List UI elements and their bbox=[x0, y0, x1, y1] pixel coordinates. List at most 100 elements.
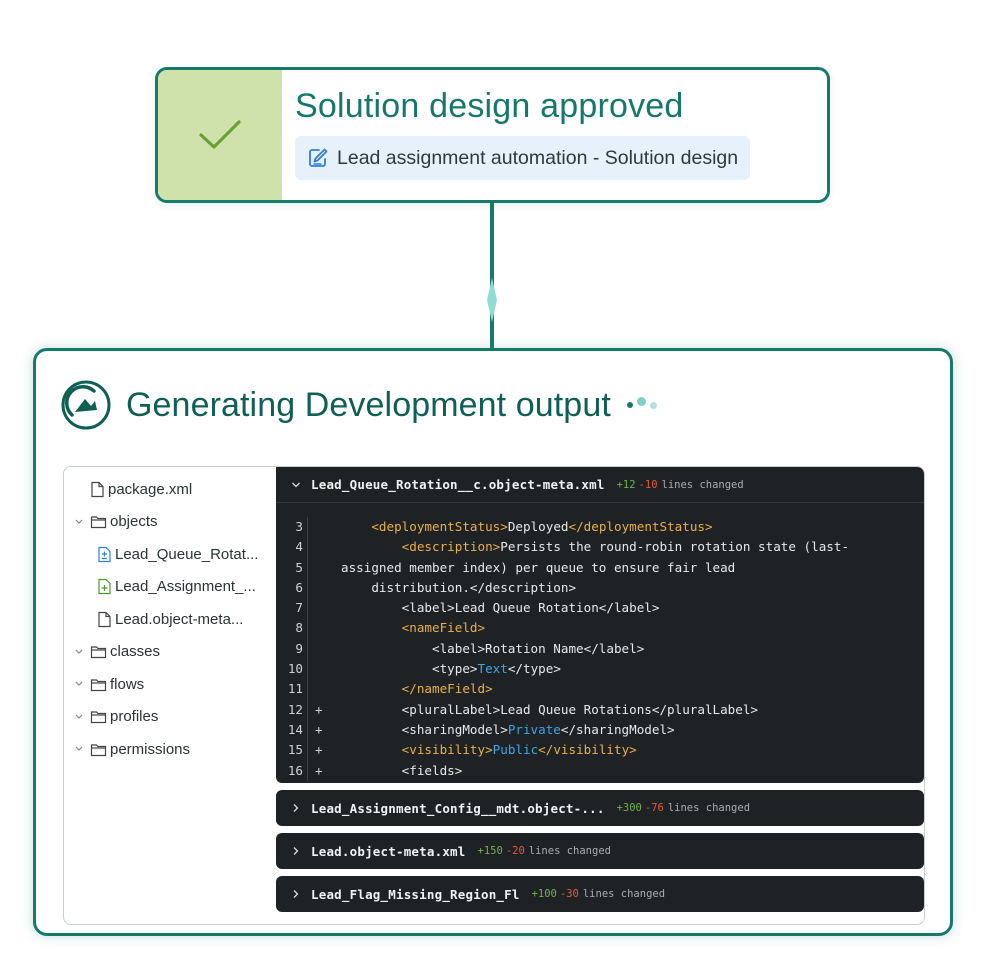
approval-card: Solution design approved Lead assignment… bbox=[155, 67, 830, 203]
tree-item-label: package.xml bbox=[108, 480, 193, 498]
diff-marker bbox=[307, 618, 341, 639]
folder-icon bbox=[90, 679, 107, 691]
connector-handle bbox=[487, 278, 497, 322]
code-view: 3 <deploymentStatus>Deployed</deployment… bbox=[276, 517, 924, 781]
solution-design-label: Lead assignment automation - Solution de… bbox=[337, 146, 739, 169]
line-number: 3 bbox=[295, 519, 303, 534]
code-line: 12 + <pluralLabel>Lead Queue Rotations</p… bbox=[276, 699, 924, 720]
file-tree: package.xml objects Lead_Queue_Rotat... … bbox=[64, 467, 276, 924]
diff-list: Lead_Queue_Rotation__c.object-meta.xml +… bbox=[276, 467, 924, 924]
code-text: assigned member index) per queue to ensu… bbox=[341, 558, 924, 578]
tree-file-package-xml[interactable]: package.xml bbox=[64, 473, 276, 506]
tree-folder-permissions[interactable]: permissions bbox=[64, 733, 276, 766]
diff-marker bbox=[307, 598, 341, 619]
tree-item-label: classes bbox=[110, 643, 161, 661]
code-token: <type> bbox=[341, 661, 478, 677]
code-token: </sharingModel> bbox=[560, 721, 675, 737]
tree-folder-classes[interactable]: classes bbox=[64, 636, 276, 669]
tree-file-lead-assignment[interactable]: Lead_Assignment_... bbox=[64, 571, 276, 604]
code-text: <label>Rotation Name</label> bbox=[341, 639, 924, 659]
lines-removed: -10 bbox=[638, 478, 658, 491]
code-token: <label>Lead Queue Rotation</label> bbox=[341, 600, 660, 616]
tree-item-label: profiles bbox=[110, 708, 159, 726]
code-token: <sharingModel> bbox=[341, 721, 508, 737]
chevron-down-icon bbox=[75, 519, 83, 524]
xml-value-token: Private bbox=[507, 721, 561, 737]
diff-panel-collapsed[interactable]: Lead_Assignment_Config__mdt.object-... +… bbox=[276, 790, 924, 826]
folder-icon bbox=[90, 711, 107, 724]
lines-changed-label: lines changed bbox=[667, 802, 751, 814]
diff-marker bbox=[307, 577, 341, 599]
diff-header[interactable]: Lead_Assignment_Config__mdt.object-... +… bbox=[276, 790, 924, 826]
diff-marker bbox=[307, 517, 341, 538]
line-number: 14 bbox=[287, 721, 303, 737]
tree-folder-profiles[interactable]: profiles bbox=[64, 701, 276, 734]
code-workspace: package.xml objects Lead_Queue_Rotat... … bbox=[63, 466, 925, 925]
solution-design-link[interactable]: Lead assignment automation - Solution de… bbox=[295, 136, 751, 180]
xml-tag-token: <description> bbox=[401, 539, 501, 555]
folder-icon bbox=[90, 516, 107, 529]
diff-filename: Lead.object-meta.xml bbox=[311, 843, 466, 859]
chevron-down-icon bbox=[292, 482, 300, 487]
code-line: 14 + <sharingModel>Private</sharingModel> bbox=[276, 719, 924, 741]
code-line: 15 + <visibility>Public</visibility> bbox=[276, 740, 924, 761]
line-number: 16 bbox=[287, 762, 303, 778]
code-line: 8 <nameField> bbox=[276, 618, 924, 639]
code-text: <fields> bbox=[341, 761, 924, 781]
code-token: </type> bbox=[507, 661, 561, 677]
code-line: 5 assigned member index) per queue to ens… bbox=[276, 557, 924, 578]
diff-marker bbox=[307, 659, 341, 680]
app-logo-icon bbox=[61, 380, 111, 430]
file-icon bbox=[98, 611, 111, 627]
chevron-right-icon bbox=[293, 890, 299, 898]
tree-folder-objects[interactable]: objects bbox=[64, 506, 276, 539]
xml-tag-token: <nameField> bbox=[401, 620, 486, 636]
code-text: <deploymentStatus>Deployed</deploymentSt… bbox=[341, 517, 924, 537]
lines-changed-label: lines changed bbox=[661, 478, 744, 491]
tree-item-label: Lead_Queue_Rotat... bbox=[115, 545, 259, 563]
chevron-right-icon bbox=[293, 804, 299, 812]
diff-header[interactable]: Lead_Queue_Rotation__c.object-meta.xml +… bbox=[276, 467, 924, 503]
xml-tag-token: </nameField> bbox=[401, 681, 493, 697]
code-token: distribution.</description> bbox=[341, 579, 577, 595]
code-text: <type>Text</type> bbox=[341, 659, 924, 679]
lines-added: +12 bbox=[616, 478, 636, 491]
diff-panel-collapsed[interactable]: Lead.object-meta.xml +150 -20 lines chan… bbox=[276, 833, 924, 869]
diff-header[interactable]: Lead.object-meta.xml +150 -20 lines chan… bbox=[276, 833, 924, 869]
flow-connector bbox=[490, 203, 494, 351]
chevron-down-icon bbox=[75, 746, 83, 751]
line-number: 6 bbox=[295, 579, 303, 595]
file-modified-icon bbox=[98, 546, 111, 562]
diff-filename: Lead_Queue_Rotation__c.object-meta.xml bbox=[311, 477, 605, 492]
generation-card: Generating Development output package.xm… bbox=[33, 348, 953, 936]
tree-file-lead-object-meta[interactable]: Lead.object-meta... bbox=[64, 603, 276, 636]
code-text: distribution.</description> bbox=[341, 578, 924, 598]
diff-marker bbox=[307, 557, 341, 578]
code-token: <label>Rotation Name</label> bbox=[341, 640, 645, 656]
file-icon bbox=[91, 481, 104, 497]
lines-changed-label: lines changed bbox=[582, 888, 666, 900]
chevron-down-icon bbox=[75, 714, 83, 719]
diff-marker: + bbox=[307, 719, 341, 741]
code-line: 9 <label>Rotation Name</label> bbox=[276, 638, 924, 660]
tree-file-lead-queue-rotation[interactable]: Lead_Queue_Rotat... bbox=[64, 538, 276, 571]
code-line: 4 <description>Persists the round-robin … bbox=[276, 537, 924, 558]
loading-dots-icon bbox=[626, 396, 657, 409]
code-token: Persists the round-robin rotation state … bbox=[500, 539, 850, 555]
generation-header: Generating Development output bbox=[60, 379, 657, 431]
line-number: 12 bbox=[287, 701, 303, 717]
check-icon bbox=[199, 120, 241, 149]
xml-value-token: Public bbox=[492, 742, 539, 758]
diff-marker: + bbox=[307, 740, 341, 761]
diff-marker bbox=[307, 679, 341, 700]
line-number: 8 bbox=[295, 620, 303, 636]
code-text: <label>Lead Queue Rotation</label> bbox=[341, 598, 924, 618]
diff-header[interactable]: Lead_Flag_Missing_Region_Fl +100 -30 lin… bbox=[276, 876, 924, 912]
line-number: 5 bbox=[295, 559, 303, 575]
diff-panel-collapsed[interactable]: Lead_Flag_Missing_Region_Fl +100 -30 lin… bbox=[276, 876, 924, 912]
approval-title: Solution design approved bbox=[295, 87, 684, 125]
diff-filename: Lead_Assignment_Config__mdt.object-... bbox=[311, 800, 605, 816]
tree-folder-flows[interactable]: flows bbox=[64, 668, 276, 701]
